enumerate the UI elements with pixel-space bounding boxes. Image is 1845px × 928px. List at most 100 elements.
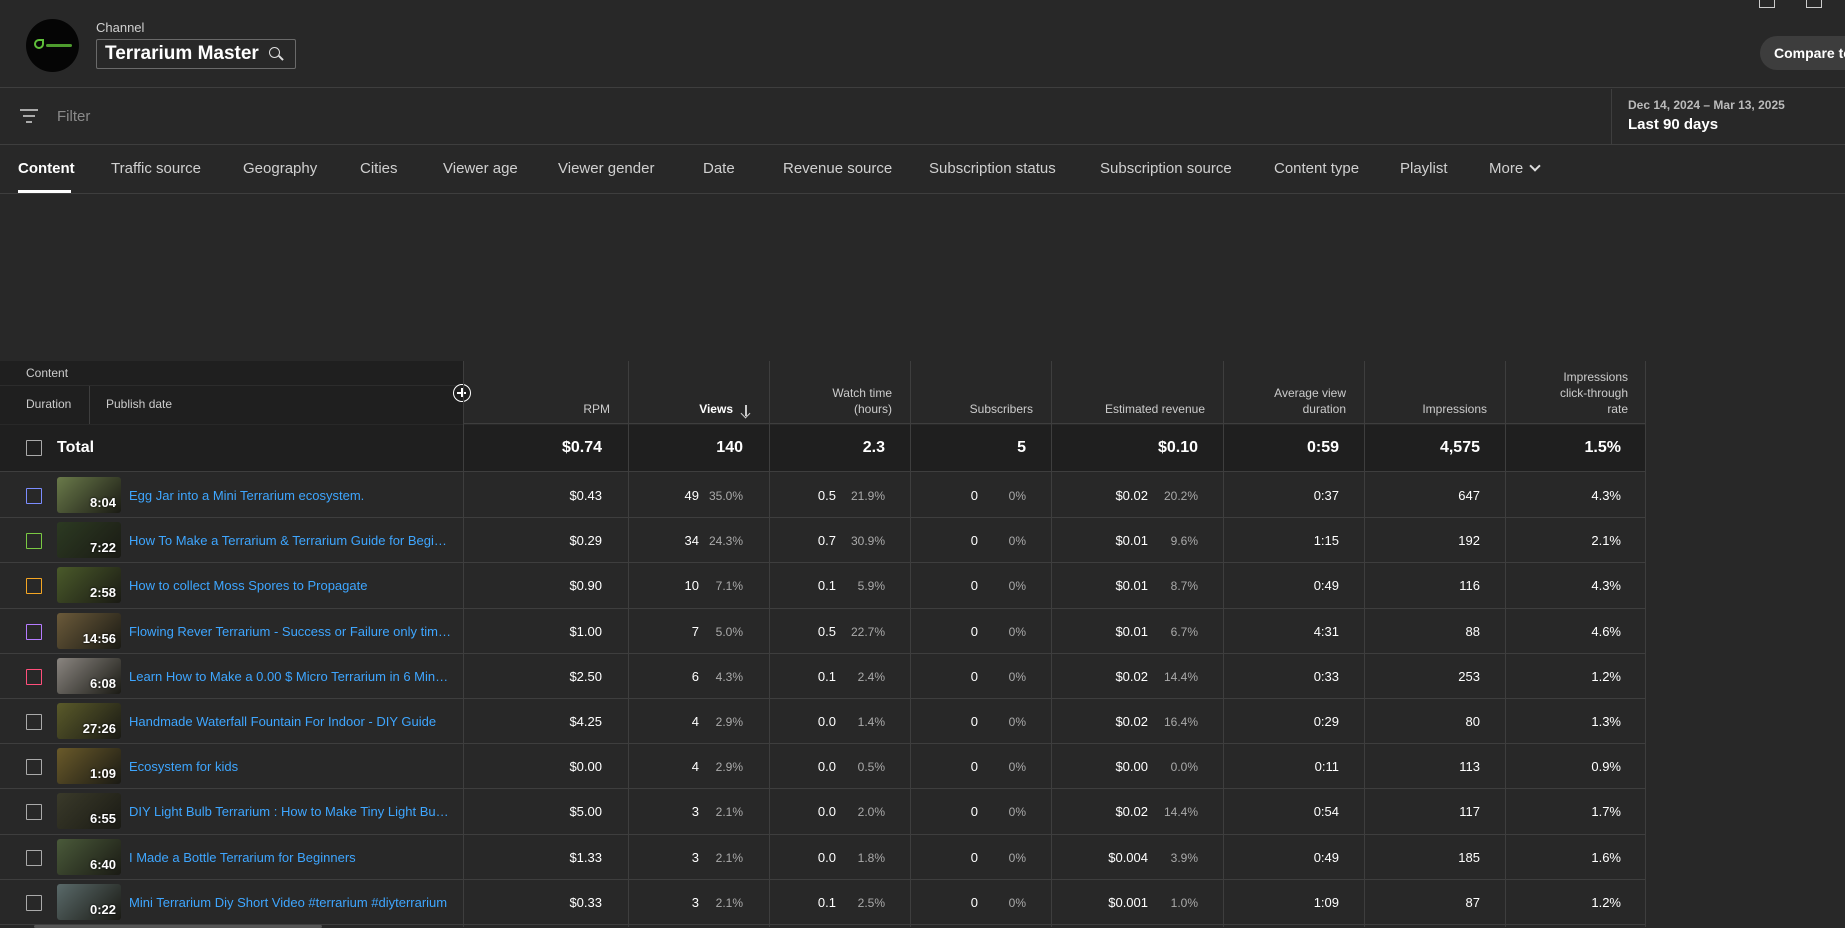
tab-traffic-source[interactable]: Traffic source	[111, 160, 201, 177]
subscribers-percent: 0%	[1008, 895, 1026, 910]
tab-more[interactable]: More	[1489, 160, 1541, 177]
ctr-value: 4.3%	[1591, 488, 1621, 503]
revenue-percent: 16.4%	[1163, 715, 1198, 729]
video-title-link[interactable]: Mini Terrarium Diy Short Video #terrariu…	[129, 895, 451, 910]
subscribers-column-header[interactable]: Subscribers	[910, 361, 1051, 424]
video-title-link[interactable]: Handmade Waterfall Fountain For Indoor -…	[129, 714, 451, 729]
row-checkbox[interactable]	[26, 668, 42, 685]
impressions-column-header[interactable]: Impressions	[1364, 361, 1505, 424]
video-thumbnail[interactable]: 7:22	[57, 522, 121, 559]
video-thumbnail[interactable]: 6:08	[57, 657, 121, 694]
video-title-link[interactable]: How to collect Moss Spores to Propagate	[129, 578, 451, 593]
channel-selector[interactable]: Terrarium Master	[96, 39, 296, 69]
channel-header: Channel Terrarium Master Compare to	[0, 0, 1845, 88]
publish-date-column-header[interactable]: Publish date	[106, 397, 172, 411]
watch-time-value: 0.0	[817, 759, 836, 775]
search-icon[interactable]	[268, 46, 284, 62]
revenue-value: $0.01	[1115, 578, 1148, 594]
revenue-value: $0.001	[1108, 894, 1148, 910]
table-row: 7:22 How To Make a Terrarium & Terrarium …	[0, 518, 1645, 564]
col-divider	[628, 361, 629, 927]
subscribers-value: 0	[970, 668, 978, 684]
filter-input[interactable]: Filter	[57, 108, 90, 125]
dimension-tabs: Content Traffic source Geography Cities …	[0, 146, 1845, 194]
revenue-percent: 0.0%	[1170, 760, 1198, 775]
watch-time-percent: 21.9%	[850, 489, 885, 503]
video-thumbnail[interactable]: 0:22	[57, 883, 121, 920]
ctr-value: 4.6%	[1591, 623, 1621, 639]
channel-avatar[interactable]	[26, 19, 79, 72]
tab-playlist[interactable]: Playlist	[1400, 160, 1448, 177]
watch-time-value: 0.0	[817, 849, 836, 865]
tab-subscription-source[interactable]: Subscription source	[1100, 160, 1232, 177]
tab-content[interactable]: Content	[18, 160, 75, 177]
avd-value: 1:15	[1313, 533, 1339, 549]
rpm-value: $0.90	[569, 578, 602, 594]
video-title-link[interactable]: How To Make a Terrarium & Terrarium Guid…	[129, 533, 451, 548]
content-group-header: Content	[26, 366, 69, 380]
tab-subscription-status[interactable]: Subscription status	[929, 160, 1056, 177]
video-title-link[interactable]: I Made a Bottle Terrarium for Beginners	[129, 850, 451, 865]
impressions-value: 185	[1458, 849, 1480, 865]
video-thumbnail[interactable]: 8:04	[57, 477, 121, 513]
tab-cities[interactable]: Cities	[360, 160, 398, 177]
row-checkbox[interactable]	[26, 894, 42, 911]
tab-viewer-age[interactable]: Viewer age	[443, 160, 518, 177]
total-checkbox[interactable]	[26, 440, 42, 456]
subscribers-percent: 0%	[1008, 624, 1026, 639]
subscribers-percent: 0%	[1008, 850, 1026, 865]
subscribers-value: 0	[970, 533, 978, 549]
duration-column-header[interactable]: Duration	[26, 397, 71, 411]
avd-column-header[interactable]: Average view duration	[1223, 361, 1364, 424]
add-column-icon[interactable]	[453, 384, 471, 402]
video-thumbnail[interactable]: 6:40	[57, 838, 121, 875]
impressions-value: 87	[1465, 894, 1480, 910]
tab-content-type[interactable]: Content type	[1274, 160, 1359, 177]
revenue-percent: 14.4%	[1163, 805, 1198, 820]
date-range[interactable]: Dec 14, 2024 – Mar 13, 2025	[1628, 98, 1785, 112]
video-title-link[interactable]: Ecosystem for kids	[129, 759, 451, 774]
rpm-column-header[interactable]: RPM	[463, 361, 628, 424]
feedback-icon[interactable]	[1806, 0, 1822, 8]
row-checkbox[interactable]	[26, 759, 42, 776]
avd-value: 0:29	[1313, 714, 1339, 729]
video-thumbnail[interactable]: 14:56	[57, 612, 121, 649]
row-checkbox[interactable]	[26, 578, 42, 595]
chevron-down-icon	[1529, 160, 1541, 172]
rpm-value: $1.33	[569, 849, 602, 865]
row-checkbox[interactable]	[26, 488, 42, 504]
subscribers-percent: 0%	[1008, 760, 1026, 775]
views-column-header[interactable]: Views	[628, 361, 769, 424]
revenue-value: $0.01	[1115, 623, 1148, 639]
revenue-column-header[interactable]: Estimated revenue	[1051, 361, 1223, 424]
video-title-link[interactable]: DIY Light Bulb Terrarium : How to Make T…	[129, 804, 451, 819]
row-checkbox[interactable]	[26, 623, 42, 640]
row-checkbox[interactable]	[26, 804, 42, 821]
filter-icon[interactable]	[20, 109, 38, 123]
video-thumbnail[interactable]: 6:55	[57, 793, 121, 830]
video-duration: 27:26	[82, 721, 116, 736]
video-title-link[interactable]: Flowing Rever Terrarium - Success or Fai…	[129, 624, 451, 639]
table-row: 8:04 Egg Jar into a Mini Terrarium ecosys…	[0, 473, 1645, 519]
views-value: 6	[691, 668, 699, 684]
rpm-value: $5.00	[569, 804, 602, 820]
video-thumbnail[interactable]: 27:26	[57, 703, 121, 739]
row-checkbox[interactable]	[26, 714, 42, 730]
download-icon[interactable]	[1759, 0, 1775, 8]
date-period[interactable]: Last 90 days	[1628, 116, 1718, 133]
video-title-link[interactable]: Egg Jar into a Mini Terrarium ecosystem.	[129, 488, 451, 503]
ctr-column-header[interactable]: Impressions click-through rate	[1505, 361, 1646, 424]
tab-geography[interactable]: Geography	[243, 160, 317, 177]
row-checkbox[interactable]	[26, 849, 42, 866]
tab-date[interactable]: Date	[703, 160, 735, 177]
tab-revenue-source[interactable]: Revenue source	[783, 160, 892, 177]
col-divider	[1051, 361, 1052, 927]
video-title-link[interactable]: Learn How to Make a 0.00 $ Micro Terrari…	[129, 669, 451, 684]
row-checkbox[interactable]	[26, 533, 42, 550]
compare-button[interactable]: Compare to	[1760, 36, 1845, 70]
channel-name: Terrarium Master	[105, 43, 259, 64]
video-thumbnail[interactable]: 1:09	[57, 748, 121, 785]
watch-time-column-header[interactable]: Watch time (hours)	[769, 361, 910, 424]
tab-viewer-gender[interactable]: Viewer gender	[558, 160, 654, 177]
video-thumbnail[interactable]: 2:58	[57, 567, 121, 604]
